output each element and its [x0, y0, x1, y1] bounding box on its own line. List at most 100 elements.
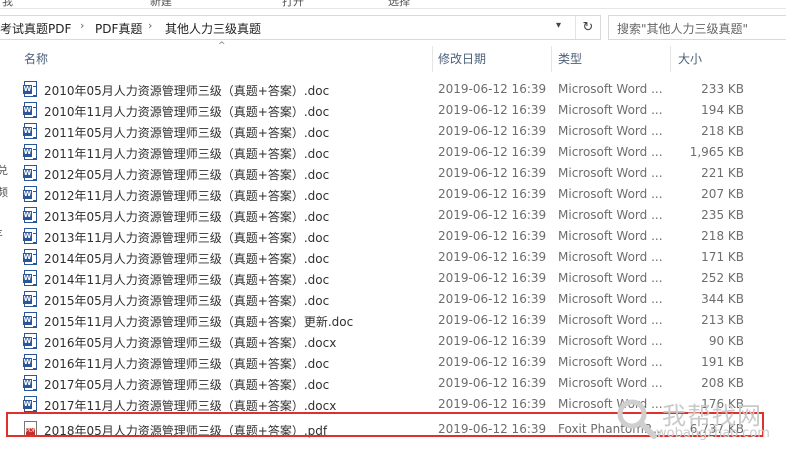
- file-size: 1,965 KB: [689, 145, 744, 159]
- refresh-icon[interactable]: ↻: [575, 16, 600, 39]
- file-type: Microsoft Word ...: [558, 103, 663, 117]
- file-row[interactable]: W 2012年11月人力资源管理师三级（真题+答案）.doc 2019-06-12 …: [0, 184, 786, 205]
- file-row[interactable]: W 2010年05月人力资源管理师三级（真题+答案）.doc 2019-06-12 …: [0, 79, 786, 100]
- file-size: 208 KB: [701, 376, 744, 390]
- file-name: 2014年05月人力资源管理师三级（真题+答案）.doc: [44, 252, 330, 266]
- file-size: 235 KB: [701, 208, 744, 222]
- word-document-icon: W: [23, 207, 37, 223]
- file-type: Microsoft Word ...: [558, 334, 663, 348]
- file-type: Microsoft Word ...: [558, 376, 663, 390]
- file-name: 2017年05月人力资源管理师三级（真题+答案）.doc: [44, 378, 330, 392]
- breadcrumb-exam-pdf[interactable]: 考试真题PDF: [0, 20, 71, 37]
- file-row[interactable]: W 2016年05月人力资源管理师三级（真题+答案）.docx 2019-06-12…: [0, 331, 786, 352]
- file-modified-date: 2019-06-12 16:39: [438, 103, 547, 117]
- file-modified-date: 2019-06-12 16:39: [438, 271, 547, 285]
- file-size: 191 KB: [701, 355, 744, 369]
- word-document-icon: W: [23, 333, 37, 349]
- file-row[interactable]: W 2014年05月人力资源管理师三级（真题+答案）.doc 2019-06-12 …: [0, 247, 786, 268]
- column-divider[interactable]: [551, 46, 552, 72]
- file-type: Microsoft Word ...: [558, 166, 663, 180]
- chevron-right-icon[interactable]: ›: [80, 19, 84, 32]
- ribbon-tab-open[interactable]: 打开: [282, 0, 304, 8]
- file-type: Microsoft Word ...: [558, 208, 663, 222]
- word-document-icon: W: [23, 375, 37, 391]
- word-document-icon: W: [23, 123, 37, 139]
- column-header-type[interactable]: 类型: [558, 44, 582, 74]
- word-document-icon: W: [23, 354, 37, 370]
- chevron-right-icon[interactable]: ›: [148, 19, 152, 32]
- ribbon-tab-new[interactable]: 新建: [150, 0, 172, 8]
- file-modified-date: 2019-06-12 16:39: [438, 229, 547, 243]
- file-modified-date: 2019-06-12 16:39: [438, 355, 547, 369]
- file-name: 2013年11月人力资源管理师三级（真题+答案）.doc: [44, 231, 330, 245]
- column-divider[interactable]: [670, 46, 671, 72]
- word-document-icon: W: [23, 186, 37, 202]
- file-modified-date: 2019-06-12 16:39: [438, 334, 547, 348]
- file-size: 218 KB: [701, 124, 744, 138]
- ribbon-tab-select[interactable]: 选择: [388, 0, 410, 8]
- file-modified-date: 2019-06-12 16:39: [438, 250, 547, 264]
- watermark: 我帮找网 wobangzhao.com: [612, 392, 782, 450]
- breadcrumb-current-folder[interactable]: 其他人力三级真题: [165, 20, 261, 37]
- file-type: Microsoft Word ...: [558, 250, 663, 264]
- file-modified-date: 2019-06-12 16:39: [438, 292, 547, 306]
- word-document-icon: W: [23, 312, 37, 328]
- file-type: Microsoft Word ...: [558, 271, 663, 285]
- file-type: Microsoft Word ...: [558, 355, 663, 369]
- word-document-icon: W: [23, 270, 37, 286]
- file-name: 2011年05月人力资源管理师三级（真题+答案）.doc: [44, 126, 330, 140]
- column-header-size[interactable]: 大小: [678, 44, 702, 74]
- file-size: 213 KB: [701, 313, 744, 327]
- file-modified-date: 2019-06-12 16:39: [438, 376, 547, 390]
- word-document-icon: W: [23, 396, 37, 412]
- file-name: 2016年05月人力资源管理师三级（真题+答案）.docx: [44, 336, 337, 350]
- file-name: 2012年11月人力资源管理师三级（真题+答案）.doc: [44, 189, 330, 203]
- file-row[interactable]: W 2010年11月人力资源管理师三级（真题+答案）.doc 2019-06-12 …: [0, 100, 786, 121]
- file-modified-date: 2019-06-12 16:39: [438, 145, 547, 159]
- word-document-icon: W: [23, 249, 37, 265]
- file-row[interactable]: W 2016年11月人力资源管理师三级（真题+答案）.doc 2019-06-12 …: [0, 352, 786, 373]
- file-type: Microsoft Word ...: [558, 229, 663, 243]
- file-size: 252 KB: [701, 271, 744, 285]
- ribbon-strip: 我 新建 打开 选择: [0, 0, 786, 9]
- file-size: 344 KB: [701, 292, 744, 306]
- ribbon-tab-fragment[interactable]: 我: [2, 0, 13, 8]
- file-row[interactable]: W 2015年05月人力资源管理师三级（真题+答案）.doc 2019-06-12 …: [0, 289, 786, 310]
- file-name: 2015年11月人力资源管理师三级（真题+答案）更新.doc: [44, 315, 354, 329]
- column-divider[interactable]: [432, 46, 433, 72]
- column-header-date[interactable]: 修改日期: [438, 44, 486, 74]
- file-row[interactable]: W 2013年05月人力资源管理师三级（真题+答案）.doc 2019-06-12 …: [0, 205, 786, 226]
- magnifier-logo-icon: [617, 399, 657, 439]
- file-row[interactable]: W 2013年11月人力资源管理师三级（真题+答案）.doc 2019-06-12 …: [0, 226, 786, 247]
- file-row[interactable]: W 2017年05月人力资源管理师三级（真题+答案）.doc 2019-06-12 …: [0, 373, 786, 394]
- file-size: 207 KB: [701, 187, 744, 201]
- word-document-icon: W: [23, 81, 37, 97]
- file-row[interactable]: W 2011年05月人力资源管理师三级（真题+答案）.doc 2019-06-12 …: [0, 121, 786, 142]
- file-modified-date: 2019-06-12 16:39: [438, 82, 547, 96]
- address-bar[interactable]: 考试真题PDF › PDF真题 › 其他人力三级真题 ▾ ↻: [0, 15, 601, 40]
- file-type: Microsoft Word ...: [558, 313, 663, 327]
- file-type: Microsoft Word ...: [558, 124, 663, 138]
- breadcrumb-pdf-exams[interactable]: PDF真题: [95, 20, 142, 37]
- address-row: 考试真题PDF › PDF真题 › 其他人力三级真题 ▾ ↻ 搜索"其他人力三级…: [0, 13, 786, 41]
- file-row[interactable]: W 2015年11月人力资源管理师三级（真题+答案）更新.doc 2019-06-1…: [0, 310, 786, 331]
- file-size: 194 KB: [701, 103, 744, 117]
- word-document-icon: W: [23, 102, 37, 118]
- sort-ascending-icon: ^: [218, 41, 226, 51]
- file-type: Microsoft Word ...: [558, 145, 663, 159]
- file-modified-date: 2019-06-12 16:39: [438, 397, 547, 411]
- file-row[interactable]: W 2012年05月人力资源管理师三级（真题+答案）.doc 2019-06-12 …: [0, 163, 786, 184]
- word-document-icon: W: [23, 144, 37, 160]
- watermark-url: wobangzhao.com: [656, 426, 770, 441]
- file-row[interactable]: W 2014年11月人力资源管理师三级（真题+答案）.doc 2019-06-12 …: [0, 268, 786, 289]
- column-header-name[interactable]: 名称: [24, 44, 48, 74]
- file-row[interactable]: W 2011年11月人力资源管理师三级（真题+答案）.doc 2019-06-12 …: [0, 142, 786, 163]
- file-modified-date: 2019-06-12 16:39: [438, 313, 547, 327]
- file-size: 221 KB: [701, 166, 744, 180]
- file-modified-date: 2019-06-12 16:39: [438, 208, 547, 222]
- search-placeholder: 搜索"其他人力三级真题": [617, 22, 749, 36]
- chevron-down-icon[interactable]: ▾: [556, 20, 561, 31]
- search-input[interactable]: 搜索"其他人力三级真题": [608, 15, 786, 40]
- word-document-icon: W: [23, 228, 37, 244]
- file-modified-date: 2019-06-12 16:39: [438, 187, 547, 201]
